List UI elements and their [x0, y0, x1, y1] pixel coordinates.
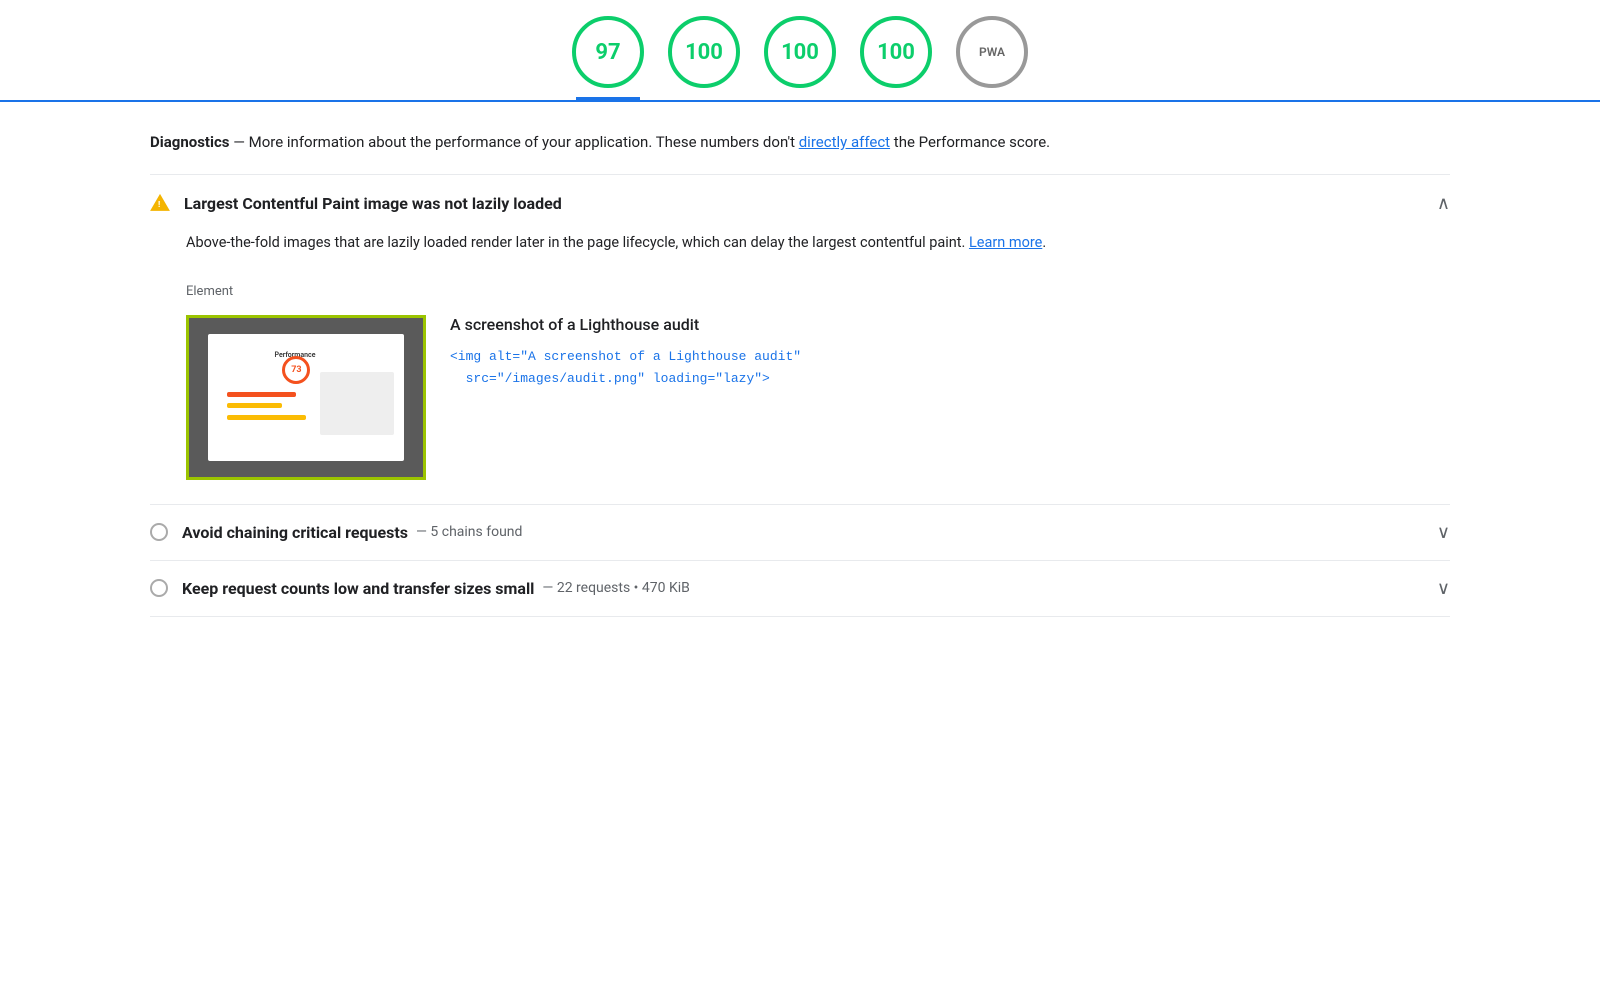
audit-request-counts-title: Keep request counts low and transfer siz…: [182, 579, 534, 598]
score-seo[interactable]: 100: [860, 16, 932, 88]
svg-text:!: !: [158, 200, 160, 210]
score-accessibility[interactable]: 100: [668, 16, 740, 88]
diagnostics-header: Diagnostics — More information about the…: [150, 102, 1450, 175]
audit-lcp-title: Largest Contentful Paint image was not l…: [184, 194, 562, 213]
audit-lcp-chevron: ∧: [1437, 193, 1450, 214]
element-thumbnail: Performance 73: [186, 315, 426, 480]
audit-lcp-lazy-loaded: ! Largest Contentful Paint image was not…: [150, 175, 1450, 505]
active-tab-indicator: [576, 97, 640, 100]
audit-critical-requests-title: Avoid chaining critical requests: [182, 523, 408, 542]
screenshot-inner: Performance 73: [208, 334, 405, 461]
element-card: Performance 73 A screenshot of a Lightho…: [186, 315, 1450, 480]
score-value-pwa: PWA: [979, 45, 1005, 59]
score-performance[interactable]: 97: [572, 16, 644, 88]
element-code: <img alt="A screenshot of a Lighthouse a…: [450, 346, 1450, 390]
audit-lcp-body: Above-the-fold images that are lazily lo…: [150, 231, 1450, 504]
score-best-practices[interactable]: 100: [764, 16, 836, 88]
audit-critical-requests-chevron: ∨: [1437, 522, 1450, 543]
score-value-best-practices: 100: [781, 40, 819, 65]
audit-request-counts-subtitle: — 22 requests • 470 KiB: [542, 580, 689, 596]
score-value-accessibility: 100: [685, 40, 723, 65]
audit-critical-requests: Avoid chaining critical requests — 5 cha…: [150, 505, 1450, 561]
fake-screenshot: Performance 73: [189, 318, 423, 477]
audit-request-counts: Keep request counts low and transfer siz…: [150, 561, 1450, 617]
audit-lcp-description: Above-the-fold images that are lazily lo…: [186, 231, 1450, 256]
diagnostics-description-prefix: — More information about the performance…: [229, 133, 798, 151]
directly-affect-link[interactable]: directly affect: [799, 133, 890, 151]
element-alt-text: A screenshot of a Lighthouse audit: [450, 315, 1450, 334]
diagnostics-description-suffix: the Performance score.: [890, 133, 1050, 151]
score-value-performance: 97: [595, 40, 620, 65]
score-value-seo: 100: [877, 40, 915, 65]
neutral-circle-icon-2: [150, 579, 168, 597]
audit-request-counts-header[interactable]: Keep request counts low and transfer siz…: [150, 561, 1450, 616]
audit-request-counts-chevron: ∨: [1437, 578, 1450, 599]
audit-lcp-header[interactable]: ! Largest Contentful Paint image was not…: [150, 175, 1450, 231]
element-label: Element: [186, 284, 1450, 299]
scores-bar: 97 100 100 100 PWA: [0, 0, 1600, 102]
element-info: A screenshot of a Lighthouse audit <img …: [450, 315, 1450, 390]
learn-more-link[interactable]: Learn more: [969, 234, 1042, 251]
warning-triangle-icon: !: [150, 193, 170, 213]
audit-critical-requests-header[interactable]: Avoid chaining critical requests — 5 cha…: [150, 505, 1450, 560]
diagnostics-label: Diagnostics: [150, 133, 229, 151]
audit-critical-requests-subtitle: — 5 chains found: [416, 524, 522, 540]
score-pwa[interactable]: PWA: [956, 16, 1028, 88]
main-content: Diagnostics — More information about the…: [110, 102, 1490, 617]
neutral-circle-icon-1: [150, 523, 168, 541]
